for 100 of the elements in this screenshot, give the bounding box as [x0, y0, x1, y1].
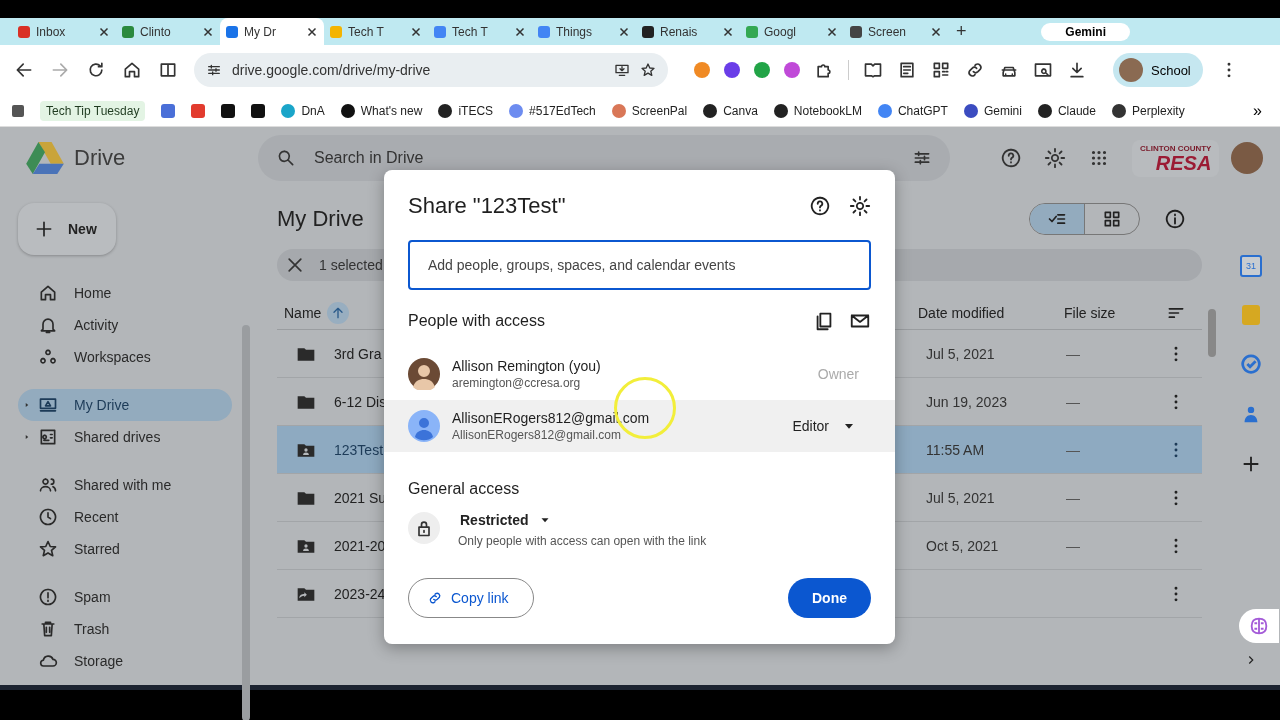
browser-tab[interactable]: Googl	[740, 18, 844, 45]
close-icon[interactable]	[618, 25, 630, 38]
help-icon[interactable]	[809, 195, 831, 217]
scrollbar-thumb[interactable]	[1208, 309, 1216, 357]
nav-item[interactable]: Workspaces	[18, 341, 232, 373]
nav-item[interactable]: My Drive	[18, 389, 232, 421]
filter-icon[interactable]	[912, 148, 932, 168]
nav-item[interactable]: Starred	[18, 533, 232, 565]
nav-item[interactable]: Storage	[18, 645, 232, 677]
gemini-button[interactable]: Gemini	[1041, 22, 1130, 41]
close-icon[interactable]	[930, 25, 942, 38]
close-icon[interactable]	[98, 25, 110, 38]
page-title[interactable]: My Drive	[277, 206, 364, 232]
add-people-field[interactable]: Add people, groups, spaces, and calendar events	[408, 240, 871, 290]
brain-icon	[1248, 615, 1270, 637]
browser-tab[interactable]: Tech T	[324, 18, 428, 45]
person-email: AllisonERogers812@gmail.com	[452, 428, 622, 442]
grid-view-icon[interactable]	[1102, 209, 1122, 229]
avatar[interactable]	[1231, 142, 1264, 174]
nav-item[interactable]: Shared with me	[18, 469, 232, 501]
extension-icon[interactable]	[724, 62, 740, 78]
close-icon[interactable]	[514, 25, 526, 38]
spam-icon	[38, 587, 58, 607]
column-header[interactable]: Name	[284, 305, 322, 321]
nav-item[interactable]: Home	[18, 277, 232, 309]
settings-icon[interactable]	[849, 195, 871, 217]
browser-tab[interactable]: Inbox	[12, 18, 116, 45]
selection-count: 1 selected	[319, 257, 383, 273]
home-icon[interactable]	[122, 60, 142, 80]
date-cell-text: Jul 5, 2021	[926, 345, 996, 362]
bookmark-icon[interactable]	[221, 103, 236, 118]
nav-item[interactable]: Spam	[18, 581, 232, 613]
bookmark[interactable]: Perplexity	[1111, 103, 1185, 118]
square-icon[interactable]	[12, 104, 24, 117]
bookmark[interactable]: ChatGPT	[877, 103, 948, 118]
access-dropdown[interactable]: Restricted	[450, 512, 707, 528]
bookmark[interactable]: #517EdTech	[509, 103, 596, 118]
close-icon[interactable]	[285, 255, 305, 275]
extension-icon[interactable]	[784, 62, 800, 78]
profile-button[interactable]: School	[1113, 53, 1203, 87]
bookmark[interactable]: Claude	[1037, 103, 1096, 118]
nav-item[interactable]: Activity	[18, 309, 232, 341]
drive-icon	[38, 395, 58, 415]
link-icon[interactable]	[965, 60, 985, 80]
star-icon[interactable]	[640, 62, 656, 78]
download-icon[interactable]	[1067, 60, 1087, 80]
new-tab-button[interactable]: +	[948, 21, 975, 42]
column-header[interactable]: Date modified	[918, 305, 1058, 321]
size-cell-text: —	[1066, 537, 1081, 554]
bookmark[interactable]: What's new	[340, 103, 423, 118]
browser-tab[interactable]: Things	[532, 18, 636, 45]
browser-tab[interactable]: Renais	[636, 18, 740, 45]
more-bookmarks-button[interactable]: »	[1247, 100, 1268, 121]
people-icon	[38, 475, 58, 495]
address-bar[interactable]: drive.google.com/drive/my-drive	[194, 53, 668, 87]
tab-search-icon[interactable]	[1033, 60, 1053, 80]
favicon-icon	[330, 25, 342, 38]
help-icon[interactable]	[1000, 147, 1022, 169]
dialog-title: Share "123Test"	[408, 193, 566, 219]
qr-code-icon[interactable]	[931, 60, 951, 80]
close-icon[interactable]	[202, 25, 214, 38]
copy-link-button[interactable]: Copy link	[408, 578, 534, 618]
info-icon[interactable]	[1164, 208, 1186, 230]
column-header[interactable]: File size	[1064, 305, 1160, 321]
close-icon[interactable]	[826, 25, 838, 38]
bookmark-chip[interactable]: Tech Tip Tuesday	[40, 100, 146, 121]
extension-icon[interactable]	[754, 62, 770, 78]
bookmark-icon[interactable]	[251, 103, 266, 118]
person-row[interactable]: Allison Remington (you) aremington@ccresa.org Owner	[384, 348, 895, 400]
site-info-icon[interactable]	[206, 62, 222, 78]
bookmark[interactable]: NotebookLM	[773, 103, 862, 118]
reload-icon[interactable]	[86, 60, 106, 80]
close-icon[interactable]	[722, 25, 734, 38]
shared-drives-icon	[38, 427, 58, 447]
url-text: drive.google.com/drive/my-drive	[232, 62, 431, 78]
nav-item[interactable]: Shared drives	[18, 421, 232, 453]
new-button[interactable]: New	[18, 203, 116, 255]
list-icon[interactable]	[897, 60, 917, 80]
done-button[interactable]: Done	[788, 578, 871, 618]
close-icon[interactable]	[306, 25, 318, 38]
bookmark[interactable]: Gemini	[963, 103, 1022, 118]
install-icon[interactable]	[614, 62, 630, 78]
split-view-icon[interactable]	[158, 60, 178, 80]
bookmark[interactable]: DnA	[281, 103, 325, 118]
browser-tab[interactable]: Screen	[844, 18, 948, 45]
bookmark[interactable]: iTECS	[438, 103, 494, 118]
reader-icon[interactable]	[863, 60, 883, 80]
assistant-button[interactable]	[1239, 609, 1279, 643]
browser-tab[interactable]: Tech T	[428, 18, 532, 45]
bookmark[interactable]: Canva	[703, 103, 758, 118]
settings-icon[interactable]	[1044, 147, 1066, 169]
back-icon[interactable]	[14, 60, 34, 80]
browser-tab[interactable]: Clinto	[116, 18, 220, 45]
nav-item[interactable]: Recent	[18, 501, 232, 533]
role-dropdown[interactable]: Editor	[786, 417, 871, 435]
close-icon[interactable]	[410, 25, 422, 38]
bookmark[interactable]: ScreenPal	[611, 103, 688, 118]
browser-tab[interactable]: My Dr	[220, 18, 324, 45]
scrollbar[interactable]	[242, 325, 250, 720]
nav-item[interactable]: Trash	[18, 613, 232, 645]
